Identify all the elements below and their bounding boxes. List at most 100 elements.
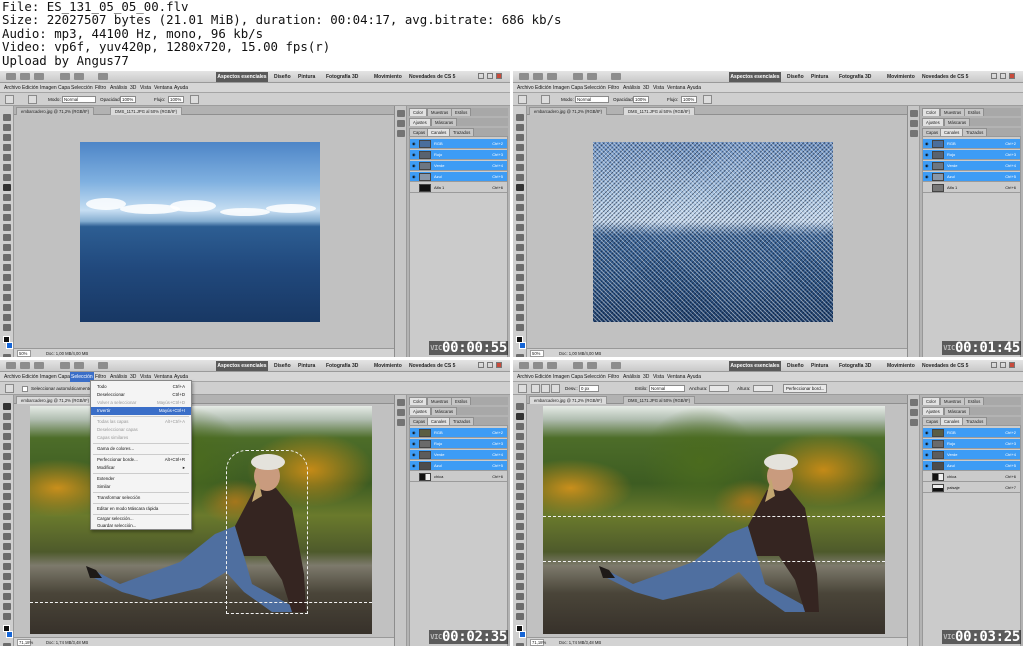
tab-channels[interactable]: Canales: [427, 128, 451, 136]
opacity-field[interactable]: 100%: [633, 96, 649, 103]
workspace-photography[interactable]: Fotografía: [839, 72, 863, 82]
add-selection-icon[interactable]: [541, 384, 550, 393]
quick-select-tool-icon[interactable]: [516, 144, 524, 151]
tab-embarcadero[interactable]: embarcadero.jpg @ 71,2% (RGB/8*): [529, 396, 608, 404]
eye-icon[interactable]: ◉: [925, 442, 930, 446]
crop-tool-icon[interactable]: [3, 443, 11, 450]
minibridge-icon[interactable]: [34, 73, 44, 80]
tab-masks[interactable]: Máscaras: [944, 407, 971, 415]
hand-icon[interactable]: [60, 362, 70, 369]
workspace-photography[interactable]: Fotografía: [326, 361, 350, 371]
menu-capa[interactable]: Capa: [58, 372, 70, 382]
menu-item-gama-colores[interactable]: Gama de colores...: [91, 445, 191, 453]
brush-tool-icon[interactable]: [3, 184, 11, 191]
eye-icon[interactable]: ◉: [412, 464, 417, 468]
minimize-icon[interactable]: [478, 362, 484, 368]
zoom-field[interactable]: 71,18%: [530, 639, 546, 646]
eye-icon[interactable]: ◉: [412, 175, 417, 179]
type-tool-icon[interactable]: [516, 553, 524, 560]
menu-filtro[interactable]: Filtro: [95, 83, 106, 93]
menu-archivo[interactable]: Archivo: [517, 83, 534, 93]
menu-edicion[interactable]: Edición: [22, 83, 38, 93]
move-tool-icon[interactable]: [3, 114, 11, 121]
refine-edge-button[interactable]: Perfeccionar bord...: [783, 384, 828, 393]
tab-styles[interactable]: Estilos: [964, 397, 985, 405]
healing-tool-icon[interactable]: [3, 463, 11, 470]
workspace-photography[interactable]: Fotografía: [839, 361, 863, 371]
eye-icon[interactable]: ◉: [412, 431, 417, 435]
tab-swatches[interactable]: Muestras: [427, 397, 453, 405]
channel-row[interactable]: chica Ctrl+6: [923, 472, 1020, 482]
tab-styles[interactable]: Estilos: [451, 108, 472, 116]
3d-rotate-icon[interactable]: [3, 294, 11, 301]
path-select-icon[interactable]: [516, 563, 524, 570]
quick-select-tool-icon[interactable]: [516, 433, 524, 440]
eraser-tool-icon[interactable]: [3, 503, 11, 510]
eye-icon[interactable]: [925, 186, 930, 190]
tab-masks[interactable]: Máscaras: [431, 407, 458, 415]
menu-vista[interactable]: Vista: [653, 372, 664, 382]
lasso-tool-icon[interactable]: [516, 134, 524, 141]
marquee-tool-icon[interactable]: [516, 124, 524, 131]
menu-ventana[interactable]: Ventana: [667, 83, 685, 93]
eye-icon[interactable]: ◉: [925, 142, 930, 146]
tab-color[interactable]: Color: [922, 108, 941, 116]
channel-row[interactable]: ◉ RGB Ctrl+2: [923, 139, 1020, 149]
eye-icon[interactable]: [412, 186, 417, 190]
blur-tool-icon[interactable]: [3, 234, 11, 241]
menu-capa[interactable]: Capa: [58, 83, 70, 93]
history-icon[interactable]: [910, 110, 918, 117]
menu-item-deseleccionar-capas[interactable]: Deseleccionar capas: [91, 426, 191, 434]
menu-vista[interactable]: Vista: [140, 83, 151, 93]
tab-swatches[interactable]: Muestras: [427, 108, 453, 116]
brush-size-icon[interactable]: [28, 95, 37, 104]
pen-tool-icon[interactable]: [516, 543, 524, 550]
menu-item-todas-capas[interactable]: Todas las capas Alt+Ctrl+A: [91, 418, 191, 426]
path-select-icon[interactable]: [516, 274, 524, 281]
background-color-swatch[interactable]: [6, 631, 13, 638]
channel-row[interactable]: ◉ Rojo Ctrl+3: [410, 150, 507, 160]
gradient-tool-icon[interactable]: [516, 224, 524, 231]
tab-color[interactable]: Color: [922, 397, 941, 405]
screen-mode-icon[interactable]: [98, 73, 108, 80]
new-selection-icon[interactable]: [531, 384, 540, 393]
minimize-icon[interactable]: [991, 73, 997, 79]
workspace-essentials[interactable]: Aspectos esenciales: [216, 361, 268, 371]
blur-tool-icon[interactable]: [516, 234, 524, 241]
eye-icon[interactable]: ◉: [412, 153, 417, 157]
channel-row[interactable]: ◉ Azul Ctrl+5: [923, 172, 1020, 182]
menu-analisis[interactable]: Análisis: [623, 83, 640, 93]
eraser-tool-icon[interactable]: [516, 503, 524, 510]
stamp-tool-icon[interactable]: [516, 194, 524, 201]
channel-row[interactable]: ◉ Verde Ctrl+4: [410, 450, 507, 460]
tab-adjustments[interactable]: Ajustes: [409, 118, 431, 126]
menu-vista[interactable]: Vista: [653, 83, 664, 93]
workspace-cs5-news[interactable]: Novedades de CS 5: [409, 361, 455, 371]
menu-imagen[interactable]: Imagen: [40, 372, 57, 382]
menu-capa[interactable]: Capa: [571, 372, 583, 382]
eye-icon[interactable]: ◉: [412, 442, 417, 446]
hand-tool-icon[interactable]: [516, 314, 524, 321]
hand-tool-icon[interactable]: [3, 603, 11, 610]
auto-select-checkbox[interactable]: [22, 386, 28, 392]
marquee-tool-icon[interactable]: [516, 413, 524, 420]
3d-camera-icon[interactable]: [516, 304, 524, 311]
menu-ayuda[interactable]: Ayuda: [687, 372, 701, 382]
workspace-cs5-news[interactable]: Novedades de CS 5: [409, 72, 455, 82]
tab-embarcadero[interactable]: embarcadero.jpg @ 71,2% (RGB/8*): [16, 107, 95, 115]
airbrush-icon[interactable]: [190, 95, 199, 104]
3d-camera-icon[interactable]: [3, 304, 11, 311]
eye-icon[interactable]: ◉: [412, 142, 417, 146]
menu-analisis[interactable]: Análisis: [110, 83, 127, 93]
height-field[interactable]: [753, 385, 773, 392]
menu-imagen[interactable]: Imagen: [553, 83, 570, 93]
character-icon[interactable]: [397, 419, 405, 426]
menu-ayuda[interactable]: Ayuda: [174, 83, 188, 93]
quick-mask-icon[interactable]: [3, 354, 11, 357]
width-field[interactable]: [709, 385, 729, 392]
minibridge-icon[interactable]: [34, 362, 44, 369]
menu-archivo[interactable]: Archivo: [4, 83, 21, 93]
menu-edicion[interactable]: Edición: [22, 372, 38, 382]
history-brush-icon[interactable]: [3, 493, 11, 500]
lasso-tool-icon[interactable]: [3, 134, 11, 141]
